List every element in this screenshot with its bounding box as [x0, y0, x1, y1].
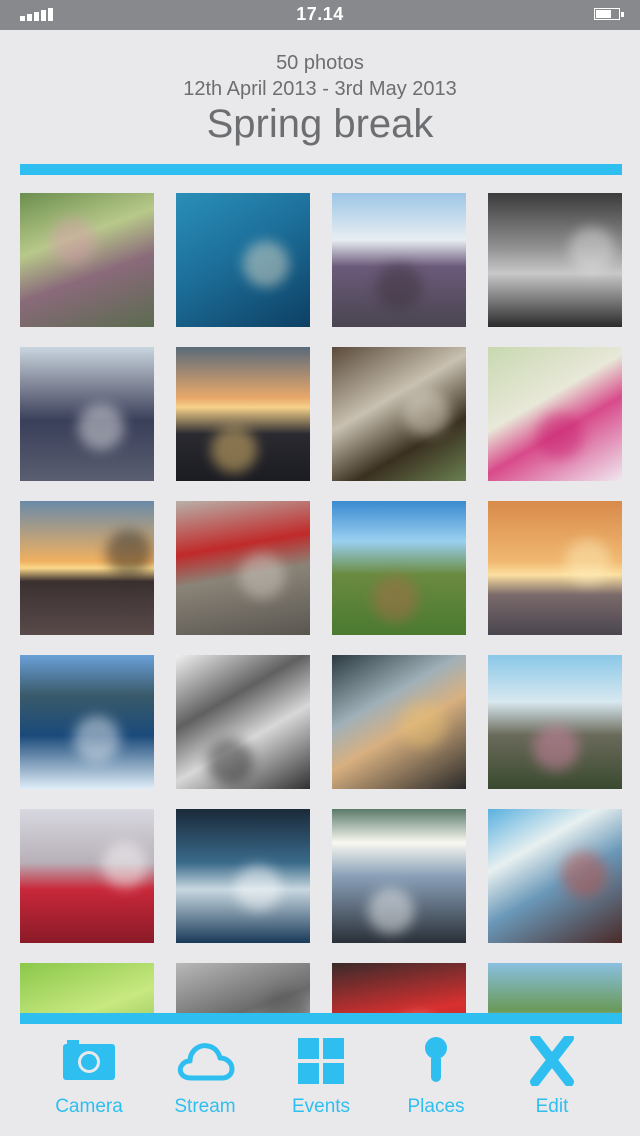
photo-count: 50 photos	[276, 52, 364, 74]
tab-camera-label: Camera	[55, 1096, 123, 1117]
tab-events[interactable]: Events	[266, 1036, 376, 1126]
footer-divider	[20, 1013, 622, 1024]
tab-camera[interactable]: Camera	[34, 1036, 144, 1126]
tab-events-label: Events	[291, 1096, 351, 1117]
photo-highlight	[376, 264, 422, 310]
photo-highlight	[368, 888, 414, 934]
photo-sea-splash[interactable]	[176, 809, 310, 943]
photo-green-hills[interactable]	[332, 501, 466, 635]
photo-blossom-houses[interactable]	[488, 963, 622, 1013]
photo-barbed-wire-bw[interactable]	[176, 655, 310, 789]
photo-red-house-gravel[interactable]	[176, 501, 310, 635]
photo-sunset-pier[interactable]	[176, 347, 310, 481]
photo-highlight	[243, 241, 289, 287]
photo-highlight	[235, 865, 281, 911]
camera-icon	[63, 1040, 115, 1080]
album-title: Spring break	[206, 102, 434, 146]
tab-edit[interactable]: Edit	[497, 1036, 607, 1126]
tab-bar: Camera Stream Events Places Edit	[0, 1036, 640, 1126]
photo-woman-in-boat[interactable]	[332, 655, 466, 789]
photo-stream-rocks[interactable]	[332, 347, 466, 481]
photo-red-car[interactable]	[332, 963, 466, 1013]
photo-highlight	[569, 227, 615, 273]
photo-red-sign-129[interactable]	[20, 809, 154, 943]
photo-highlight	[400, 702, 446, 748]
photo-waterfall-bw[interactable]	[488, 193, 622, 327]
photo-water-reflection[interactable]	[176, 193, 310, 327]
photo-sunset-beacon[interactable]	[20, 501, 154, 635]
album-header: 50 photos 12th April 2013 - 3rd May 2013…	[0, 50, 640, 148]
photo-highlight	[263, 991, 309, 1013]
photo-coastal-flowers[interactable]	[488, 655, 622, 789]
photo-grid-scroll[interactable]	[20, 193, 622, 1013]
photo-highlight	[537, 413, 583, 459]
photo-slug-gravel-bw[interactable]	[176, 963, 310, 1013]
photo-pink-lily[interactable]	[488, 347, 622, 481]
photo-highlight	[102, 842, 148, 888]
tab-places-label: Places	[407, 1096, 465, 1117]
photo-highlight	[565, 539, 611, 585]
photo-highlight	[239, 553, 285, 599]
tab-places[interactable]: Places	[381, 1036, 491, 1126]
photo-highlight	[211, 427, 257, 473]
photo-utility-pole[interactable]	[488, 809, 622, 943]
pin-icon	[425, 1037, 447, 1082]
tab-edit-label: Edit	[535, 1096, 569, 1117]
photo-road-tunnel-wall[interactable]	[332, 193, 466, 327]
grid-icon	[298, 1038, 344, 1084]
photo-boat-wake[interactable]	[20, 655, 154, 789]
x-icon	[530, 1036, 574, 1086]
photo-sun-coast-boats[interactable]	[332, 809, 466, 943]
photo-highlight	[561, 851, 607, 897]
photo-road-center-line[interactable]	[20, 347, 154, 481]
tab-stream[interactable]: Stream	[150, 1036, 260, 1126]
photo-sunset-sea[interactable]	[488, 501, 622, 635]
photo-highlight	[50, 218, 96, 264]
photo-purple-flower-bud[interactable]	[20, 193, 154, 327]
photo-grid	[20, 193, 622, 1013]
battery-icon	[594, 8, 624, 20]
status-time: 17.14	[296, 4, 344, 24]
photo-highlight	[404, 390, 450, 436]
cloud-icon	[177, 1043, 235, 1081]
status-bar: 17.14	[0, 0, 640, 30]
tab-stream-label: Stream	[174, 1096, 236, 1117]
header-divider	[20, 164, 622, 175]
photo-highlight	[106, 530, 152, 576]
photo-highlight	[74, 716, 120, 762]
photo-highlight	[207, 739, 253, 785]
photo-highlight	[533, 725, 579, 771]
photo-green-leaf[interactable]	[20, 963, 154, 1013]
date-range: 12th April 2013 - 3rd May 2013	[183, 78, 457, 100]
photo-highlight	[78, 404, 124, 450]
photo-highlight	[372, 576, 418, 622]
